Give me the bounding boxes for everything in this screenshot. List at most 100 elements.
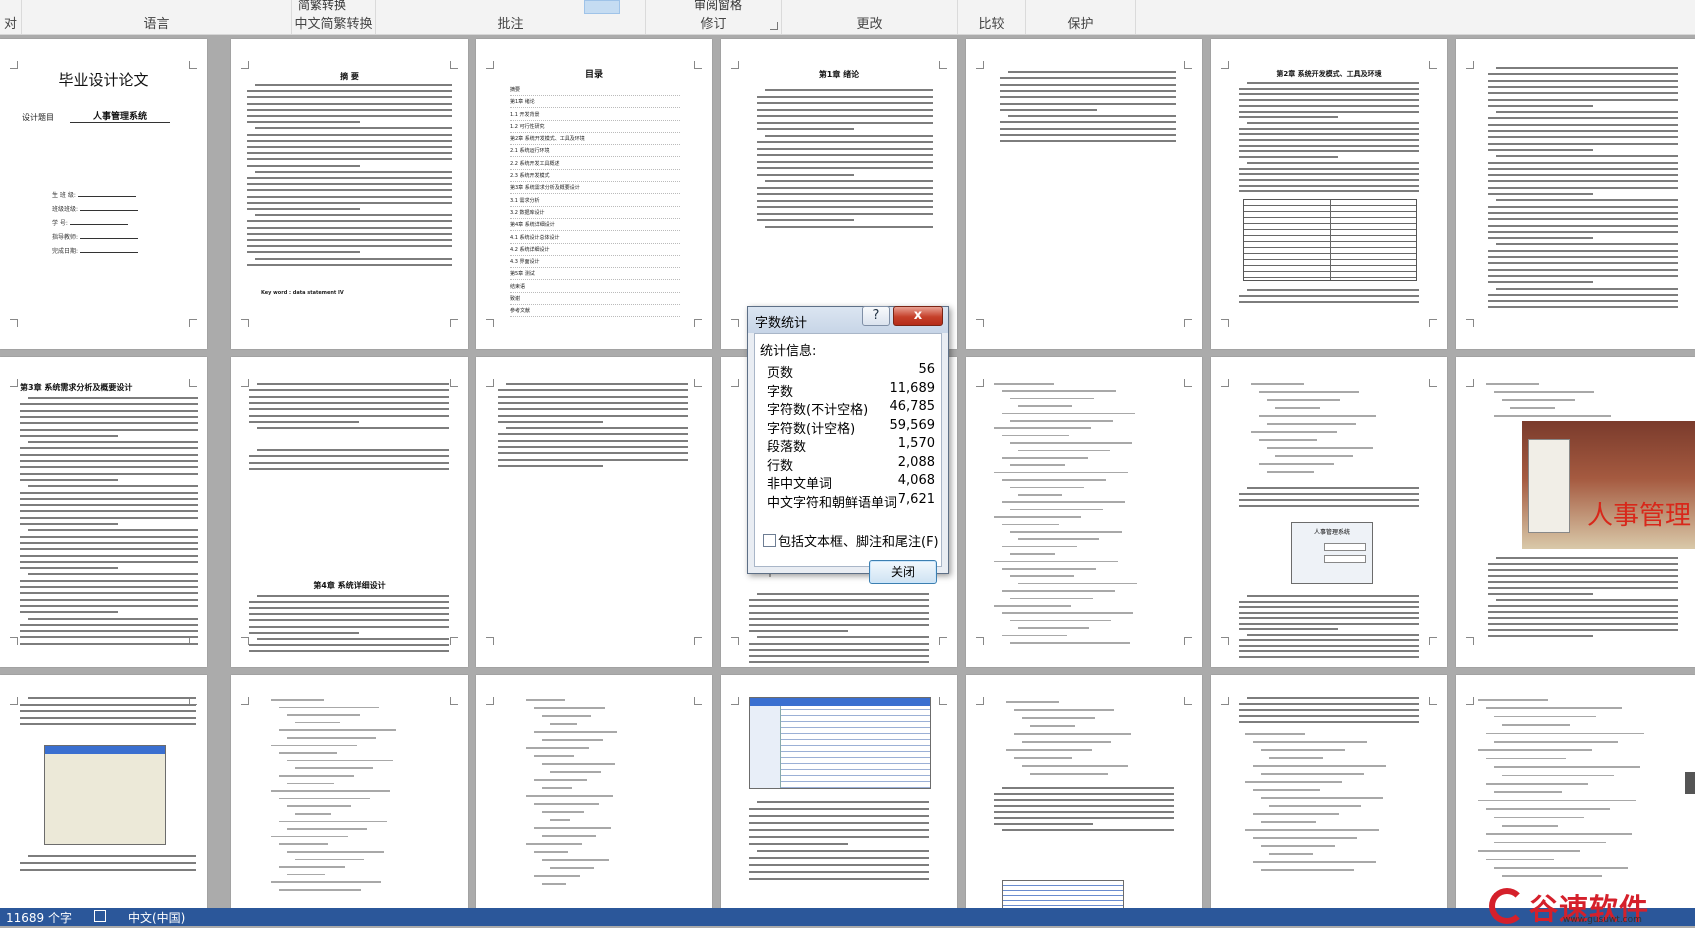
code-line [279, 820, 387, 823]
page-form-shot[interactable] [0, 675, 207, 908]
toc-entry[interactable]: 3.2 数据库设计 [510, 208, 680, 219]
text-line [1488, 92, 1678, 95]
code-line [534, 731, 618, 733]
include-textboxes-label[interactable]: 包括文本框、脚注和尾注(F) [778, 531, 939, 550]
page-ch1-cont[interactable] [966, 39, 1202, 349]
page-code-6[interactable] [1456, 675, 1695, 908]
page-code-5[interactable] [1211, 675, 1447, 908]
crop-mark [1221, 319, 1229, 327]
toc-entry[interactable]: 4.2 系统详细设计 [510, 245, 680, 256]
toc-entry[interactable]: 1.1 开发背景 [510, 110, 680, 121]
close-button[interactable]: 关闭 [869, 560, 937, 584]
toc-entry[interactable]: 第3章 系统需求分析及概要设计 [510, 183, 680, 195]
page-ch2-cont[interactable] [1456, 39, 1695, 349]
reviewing-pane-button[interactable]: 审阅窗格 [694, 0, 742, 13]
text-line [1008, 71, 1176, 73]
code-line [1259, 439, 1317, 441]
code-line [994, 471, 1129, 474]
page-code-login[interactable]: 人事管理系统 [1211, 357, 1447, 667]
code-line [1478, 699, 1548, 701]
page-grid-shot[interactable] [721, 675, 957, 908]
toc-entry[interactable]: 4.1 系统设计总体设计 [510, 233, 680, 244]
text-line [1239, 703, 1419, 705]
page-code-2[interactable] [231, 675, 468, 908]
text-line [765, 89, 933, 91]
code-line [1267, 423, 1356, 425]
code-line [1018, 538, 1100, 540]
dialog-titlebar[interactable]: 字数统计 ? x [748, 306, 948, 333]
page-ch1[interactable]: 第1章 绪论 [721, 39, 957, 349]
code-line [1486, 757, 1566, 760]
toc-entry[interactable]: 参考文献 [510, 306, 680, 318]
text-line [20, 636, 198, 639]
group-label: 更改 [856, 17, 883, 32]
dialog-title: 字数统计 [755, 316, 808, 331]
code-line [1010, 597, 1093, 600]
code-line [271, 835, 348, 838]
code-line [1018, 582, 1137, 585]
crop-mark [1184, 319, 1192, 327]
page-ch3-cont[interactable]: 第4章 系统详细设计 [231, 357, 468, 667]
toc-entry[interactable]: 第4章 系统详细设计 [510, 220, 680, 232]
toc-entry[interactable]: 3.1 需求分析 [510, 196, 680, 207]
toc-entry[interactable]: 2.1 系统运行环境 [510, 146, 680, 158]
page-ch2[interactable]: 第2章 系统开发模式、工具及环境 [1211, 39, 1447, 349]
toc-entry[interactable]: 第1章 绪论 [510, 97, 680, 109]
code-line [1261, 821, 1317, 823]
toc-entry[interactable]: 2.3 系统开发模式 [510, 171, 680, 183]
include-textboxes-checkbox[interactable] [763, 534, 776, 547]
page-toc[interactable]: 目录 摘要 第1章 绪论 1.1 开发背景 1.2 可行性研究 第2章 系统开发模式、工… [476, 39, 712, 349]
text-line [1488, 629, 1678, 631]
word-count-status[interactable]: 11689 个字 [6, 909, 72, 926]
toc-entry[interactable]: 致谢 [510, 294, 680, 306]
text-line [757, 95, 933, 98]
toc-entry[interactable]: 第5章 测试 [510, 269, 680, 281]
help-button[interactable]: ? [862, 306, 890, 326]
crop-mark [1466, 697, 1474, 705]
page-cover[interactable]: 毕业设计论文 设计题目 人事管理系统 生 班 级: 班级班级: 学 号: 指导教… [0, 39, 207, 349]
text-line [20, 434, 118, 437]
text-line [1000, 127, 1176, 130]
language-status[interactable]: 中文(中国) [128, 909, 185, 926]
toc-entry[interactable]: 结束语 [510, 282, 680, 293]
side-scroll-tab[interactable] [1685, 772, 1695, 794]
toc-entry[interactable]: 第2章 系统开发模式、工具及环境 [510, 134, 680, 146]
text-line [1239, 505, 1419, 507]
code-line [287, 759, 393, 762]
toc-entry[interactable]: 2.2 系统开发工具概述 [510, 159, 680, 170]
watermark-logo: 谷速软件 www.gusuwt.com [1489, 886, 1689, 926]
code-line [279, 752, 337, 754]
page-code-4[interactable] [966, 675, 1202, 908]
text-line [749, 605, 929, 608]
toc-entry[interactable]: 1.2 可行性研究 [510, 122, 680, 133]
page-screenshot-main[interactable]: 人事管理 [1456, 357, 1695, 667]
text-line [1496, 557, 1678, 559]
page-ch3[interactable]: 第3章 系统需求分析及概要设计 [0, 357, 207, 667]
convert-button[interactable]: 简繁转换 [298, 0, 346, 13]
page-code-3[interactable] [476, 675, 712, 908]
comment-button-highlight[interactable] [584, 0, 620, 14]
text-line [1239, 606, 1419, 608]
text-line [257, 427, 449, 430]
page-abstract[interactable]: 摘 要 Key word : data statement IV [231, 39, 468, 349]
text-line [247, 177, 452, 179]
proofing-icon[interactable] [94, 910, 106, 922]
group-label: 比较 [978, 17, 1005, 32]
text-line [249, 414, 449, 417]
page-code-1[interactable] [966, 357, 1202, 667]
stat-row: 字符数(计空格) 59,569 [767, 418, 935, 437]
text-line [1239, 639, 1419, 641]
text-line [1488, 218, 1678, 221]
toc-entry[interactable]: 4.3 界面设计 [510, 257, 680, 269]
text-line [249, 613, 449, 616]
code-line [279, 889, 361, 891]
close-x-button[interactable]: x [893, 306, 943, 326]
tracking-options-launcher[interactable] [770, 22, 778, 30]
text-line [498, 439, 688, 442]
toc-entry[interactable]: 摘要 [510, 85, 680, 96]
text-line [1488, 224, 1678, 227]
code-line [1245, 781, 1342, 783]
text-line [1000, 96, 1176, 99]
page-ch4-a[interactable] [476, 357, 712, 667]
text-line [257, 383, 449, 385]
